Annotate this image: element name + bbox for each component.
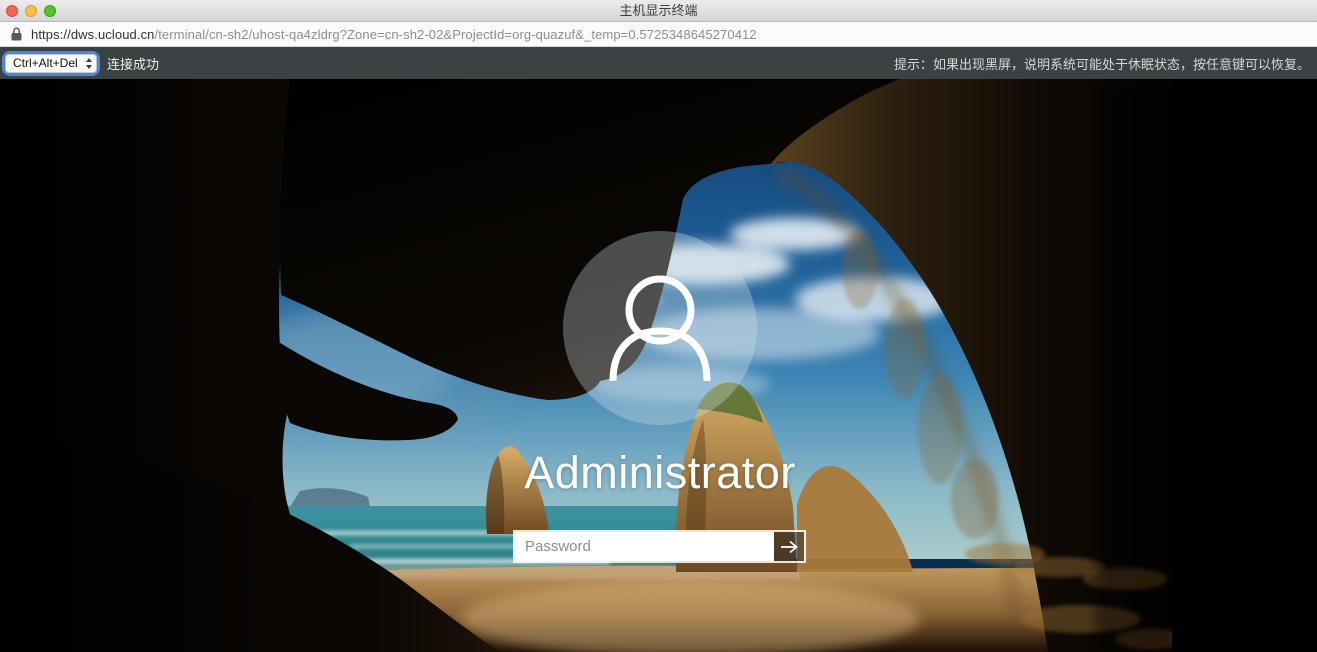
shortcut-select[interactable]: Ctrl+Alt+Del xyxy=(5,54,97,73)
url-path: /terminal/cn-sh2/uhost-qa4zldrg?Zone=cn-… xyxy=(155,27,757,42)
password-form xyxy=(513,530,806,563)
remote-terminal-view: Administrator xyxy=(0,79,1317,652)
address-bar[interactable]: https://dws.ucloud.cn/terminal/cn-sh2/uh… xyxy=(0,22,1317,47)
url-origin: https://dws.ucloud.cn xyxy=(31,27,155,42)
window-titlebar[interactable]: 主机显示终端 xyxy=(0,0,1317,22)
url-text: https://dws.ucloud.cn/terminal/cn-sh2/uh… xyxy=(31,27,757,42)
toolbar-tip: 提示：如果出现黑屏，说明系统可能处于休眠状态，按任意键可以恢复。 xyxy=(894,54,1310,73)
username-label: Administrator xyxy=(410,447,910,499)
connection-status: 连接成功 xyxy=(107,54,159,73)
terminal-toolbar: Ctrl+Alt+Del 连接成功 提示：如果出现黑屏，说明系统可能处于休眠状态… xyxy=(0,47,1317,79)
browser-window: 主机显示终端 https://dws.ucloud.cn/terminal/cn… xyxy=(0,0,1317,652)
password-input[interactable] xyxy=(515,532,774,561)
lock-icon xyxy=(11,27,22,41)
window-title: 主机显示终端 xyxy=(0,0,1317,22)
remote-screen[interactable]: Administrator xyxy=(0,79,1172,652)
user-avatar xyxy=(563,231,757,425)
password-submit-button[interactable] xyxy=(774,532,804,561)
arrow-right-icon xyxy=(779,540,799,554)
person-icon xyxy=(563,231,757,425)
shortcut-select-wrap: Ctrl+Alt+Del xyxy=(5,54,97,73)
